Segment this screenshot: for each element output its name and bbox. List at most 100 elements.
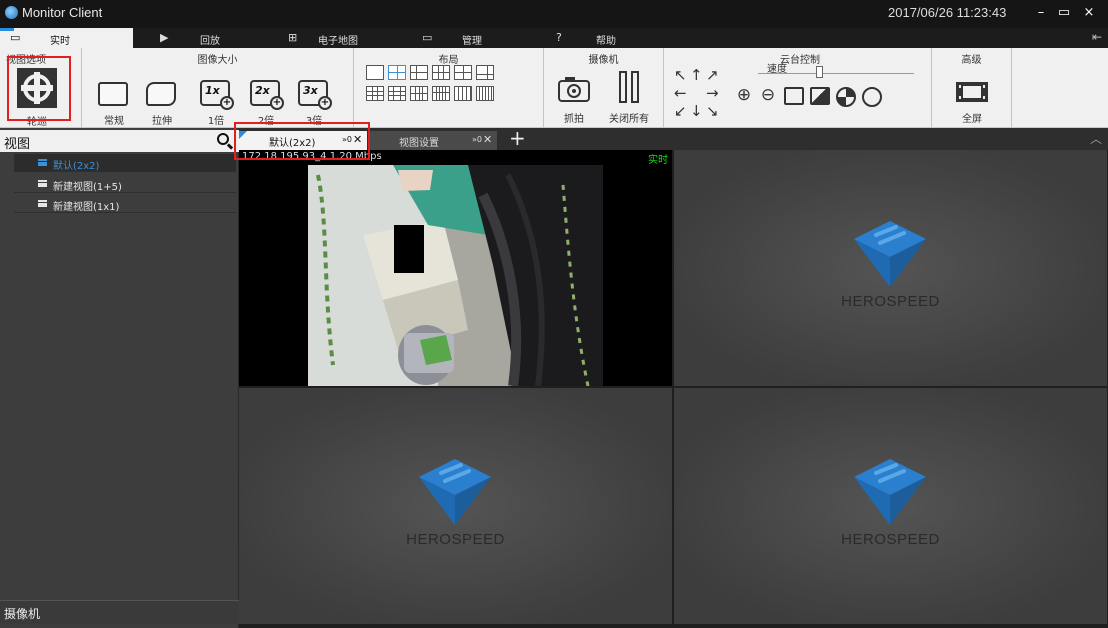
tab-manage[interactable]: ▭ 管理 — [412, 28, 545, 48]
speed-slider-thumb[interactable] — [816, 66, 823, 78]
map-icon: ⊞ — [288, 31, 298, 44]
play-icon: ▶ — [160, 31, 169, 44]
ptz-up-left-button[interactable]: ↖ — [674, 68, 687, 83]
ptz-down-left-button[interactable]: ↙ — [674, 104, 687, 119]
ptz-left-button[interactable]: ← — [674, 86, 687, 101]
zoom-3x-button[interactable]: 3x + 3倍 — [294, 80, 334, 127]
zoom-2x-button[interactable]: 2x + 2倍 — [246, 80, 286, 127]
stream-info: 172.18.195.93_4 1.20 Mbps — [242, 151, 382, 162]
tab-help[interactable]: ? 帮助 — [546, 28, 679, 48]
zoom-1x-button[interactable]: 1x + 1倍 — [196, 80, 236, 127]
iris-close-icon[interactable] — [862, 87, 882, 107]
zoom-out-icon[interactable]: ⊖ — [758, 86, 778, 106]
monitor-client-window: Monitor Client 2017/06/26 11:23:43 – ▭ ×… — [0, 0, 1108, 628]
sidebar-header: 视图 — [0, 130, 239, 152]
zoom-in-icon[interactable]: ⊕ — [734, 86, 754, 106]
ptz-up-button[interactable]: ↑ — [690, 68, 703, 83]
tab-help-label: 帮助 — [596, 36, 616, 47]
stretch-label: 拉伸 — [152, 116, 172, 127]
help-icon: ? — [556, 31, 562, 44]
exit-icon[interactable]: ⇤ — [1092, 30, 1102, 44]
monitor-icon: ▭ — [10, 31, 21, 44]
layout-1x1-button[interactable] — [366, 65, 384, 80]
group-title-camera: 摄像机 — [588, 55, 619, 66]
video-pane-3[interactable]: HEROSPEED — [239, 388, 672, 624]
video-pane-2[interactable]: HEROSPEED — [674, 150, 1107, 386]
toolbar-ribbon: 视图选项 轮巡 图像大小 常规 拉伸 1x + 1倍 2x + 2倍 3x + … — [0, 48, 1108, 128]
folder-icon: ▭ — [422, 31, 433, 44]
stretch-button[interactable]: 拉伸 — [142, 82, 182, 127]
pin-icon[interactable]: »0 — [342, 135, 352, 144]
focus-far-icon[interactable] — [810, 87, 830, 105]
layout-5x5-button[interactable] — [454, 86, 472, 101]
layout-1plus12-button[interactable] — [432, 86, 450, 101]
camera-feed-image — [308, 165, 603, 386]
layout-1plus8-button[interactable] — [388, 86, 406, 101]
layout-3x3-button[interactable] — [366, 86, 384, 101]
layout-2x2-button[interactable] — [388, 65, 406, 80]
group-title-advanced: 高级 — [961, 55, 982, 66]
title-bar: Monitor Client 2017/06/26 11:23:43 – ▭ × — [0, 0, 1108, 28]
layout-1plus5-button[interactable] — [410, 65, 428, 80]
layout-1plus3-button[interactable] — [454, 65, 472, 80]
ptz-down-right-button[interactable]: ↘ — [706, 104, 719, 119]
close-tab-icon[interactable]: ✕ — [353, 133, 362, 146]
view-list-item-default[interactable]: 默认(2x2) — [14, 154, 236, 172]
logo-text: HEROSPEED — [406, 531, 505, 548]
minimize-button[interactable]: – — [1030, 4, 1052, 22]
tab-view-default[interactable]: 默认(2x2) »0 ✕ — [239, 131, 367, 150]
view-tab-bar: 默认(2x2) »0 ✕ 视图设置 »0 ✕ + ︿ — [239, 128, 1108, 150]
focus-near-icon[interactable] — [784, 87, 804, 105]
speed-slider-track[interactable] — [758, 73, 914, 74]
maximize-button[interactable]: ▭ — [1053, 4, 1075, 22]
video-pane-4[interactable]: HEROSPEED — [674, 388, 1107, 624]
view-item-label: 默认(2x2) — [53, 161, 100, 172]
iris-open-icon[interactable] — [836, 87, 856, 107]
collapse-icon[interactable]: ︿ — [1090, 130, 1102, 147]
view-list-item-1plus5[interactable]: 新建视图(1+5) — [14, 175, 236, 193]
tab-live-label: 实时 — [50, 36, 70, 47]
add-tab-button[interactable]: + — [509, 128, 526, 148]
snapshot-label: 抓拍 — [564, 114, 584, 125]
snapshot-button[interactable]: 抓拍 — [552, 76, 596, 126]
app-logo-icon — [5, 6, 18, 19]
sidebar-title: 视图 — [4, 137, 31, 152]
close-window-button[interactable]: × — [1078, 4, 1100, 22]
video-pane-1[interactable]: 172.18.195.93_4 1.20 Mbps 实时 — [239, 150, 672, 386]
normal-size-button[interactable]: 常规 — [94, 82, 134, 127]
app-title: Monitor Client — [22, 5, 103, 20]
tab-view-settings[interactable]: 视图设置 »0 ✕ — [369, 131, 497, 150]
video-grid: 172.18.195.93_4 1.20 Mbps 实时 HEROSPEED H… — [239, 150, 1108, 628]
grid-icon — [38, 200, 47, 207]
ptz-down-button[interactable]: ↓ — [690, 104, 703, 119]
herospeed-logo-icon — [419, 459, 491, 525]
zoom-1x-glyph: 1x — [205, 84, 220, 97]
stop-all-icon — [619, 71, 639, 103]
zoom-3x-glyph: 3x — [303, 84, 318, 97]
tab-live[interactable]: ▭ 实时 — [0, 28, 133, 48]
layout-1plus7-button[interactable] — [476, 65, 494, 80]
search-icon[interactable] — [217, 133, 229, 145]
tab-playback[interactable]: ▶ 回放 — [150, 28, 283, 48]
pin-icon[interactable]: »0 — [472, 135, 482, 144]
camera-panel-header[interactable]: 摄像机 — [0, 600, 239, 624]
zoom-2x-label: 2倍 — [257, 116, 275, 127]
patrol-button[interactable]: 轮巡 — [8, 64, 70, 128]
view-list-item-1x1[interactable]: 新建视图(1x1) — [14, 195, 236, 213]
tab-emap[interactable]: ⊞ 电子地图 — [278, 28, 411, 48]
ptz-up-right-button[interactable]: ↗ — [706, 68, 719, 83]
ptz-right-button[interactable]: → — [706, 86, 719, 101]
view-tab-label: 视图设置 — [399, 138, 439, 149]
group-title-ptz: 云台控制 — [780, 55, 820, 66]
stretch-frame-icon — [146, 82, 176, 106]
layout-6x6-button[interactable] — [476, 86, 494, 101]
layout-4x4-button[interactable] — [410, 86, 428, 101]
close-tab-icon[interactable]: ✕ — [483, 133, 492, 146]
fullscreen-button[interactable]: 全屏 — [952, 80, 992, 126]
fullscreen-icon — [956, 82, 988, 102]
logo-text: HEROSPEED — [841, 293, 940, 310]
layout-2x3-button[interactable] — [432, 65, 450, 80]
close-all-button[interactable]: 关闭所有 — [604, 70, 654, 126]
view-item-label: 新建视图(1x1) — [53, 202, 120, 213]
zoom-3x-icon: 3x + — [298, 80, 332, 110]
